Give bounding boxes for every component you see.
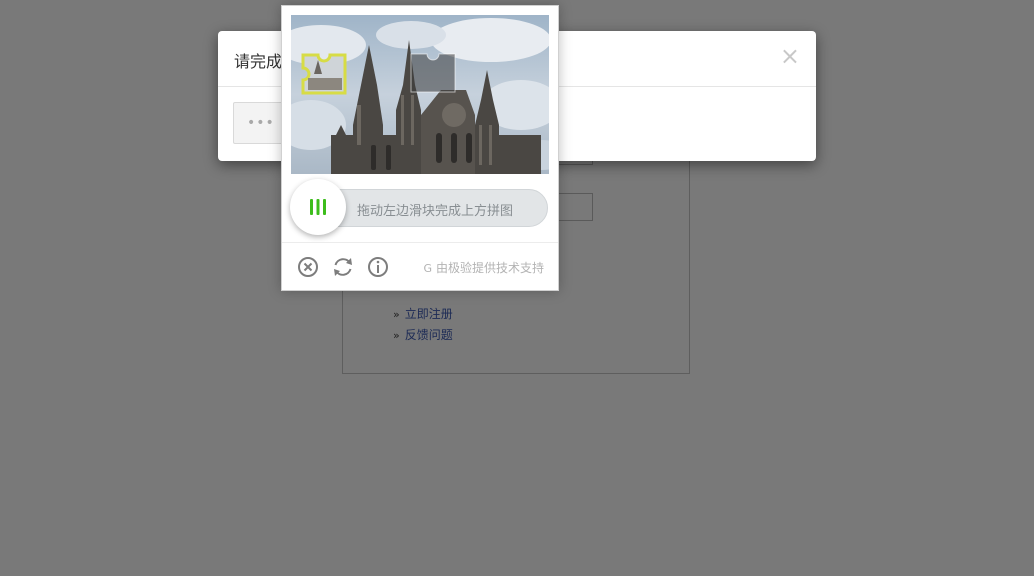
feedback-link[interactable]: » 反馈问题: [393, 326, 453, 343]
info-icon[interactable]: [366, 255, 390, 279]
refresh-icon[interactable]: [331, 255, 355, 279]
captcha-puzzle-image: [291, 15, 549, 174]
puzzle-piece[interactable]: [300, 52, 350, 96]
close-icon[interactable]: [296, 255, 320, 279]
slider-hint: 拖动左边滑块完成上方拼图: [357, 204, 514, 219]
register-link[interactable]: » 立即注册: [393, 305, 453, 322]
captcha-popup: 拖动左边滑块完成上方拼图 G 由极验提供技术支持: [281, 5, 559, 291]
slider-handle[interactable]: [290, 179, 346, 235]
captcha-divider: [282, 242, 558, 243]
geetest-brand[interactable]: G 由极验提供技术支持: [423, 259, 544, 276]
geetest-logo-icon: G: [423, 262, 432, 275]
loading-dots-icon: •••: [247, 115, 275, 131]
puzzle-hole: [410, 53, 456, 93]
drag-bars-icon: [310, 199, 326, 215]
close-icon[interactable]: ×: [780, 42, 800, 70]
